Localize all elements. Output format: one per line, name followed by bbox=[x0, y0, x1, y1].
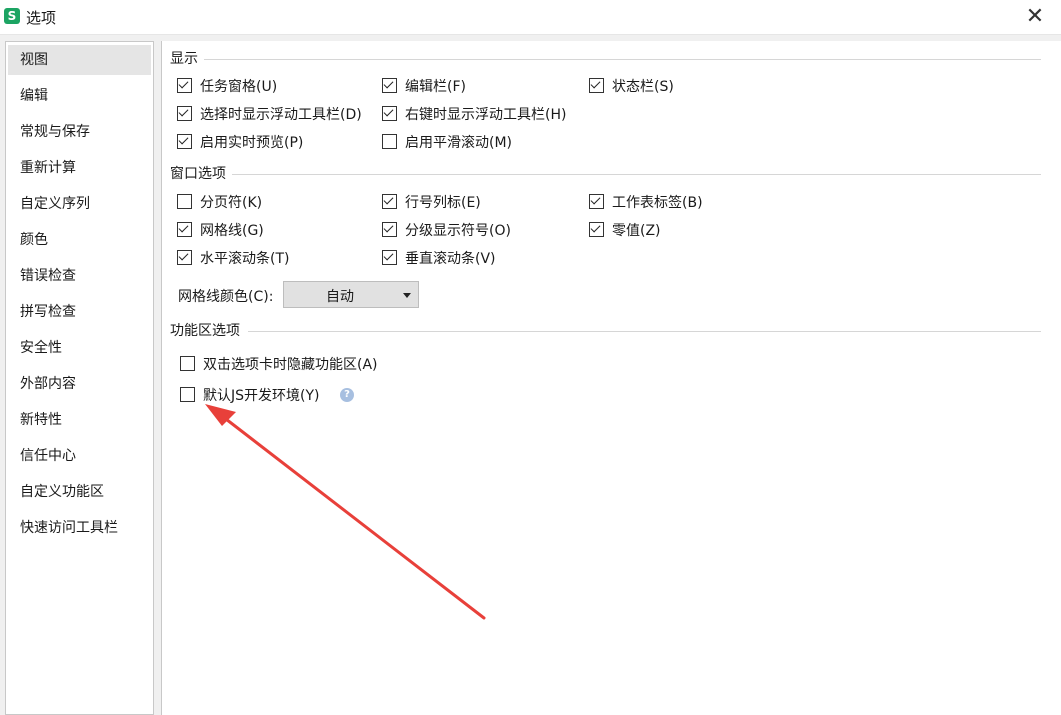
annotation-arrow bbox=[205, 404, 486, 620]
annotation-arrow-shaft bbox=[220, 414, 486, 620]
